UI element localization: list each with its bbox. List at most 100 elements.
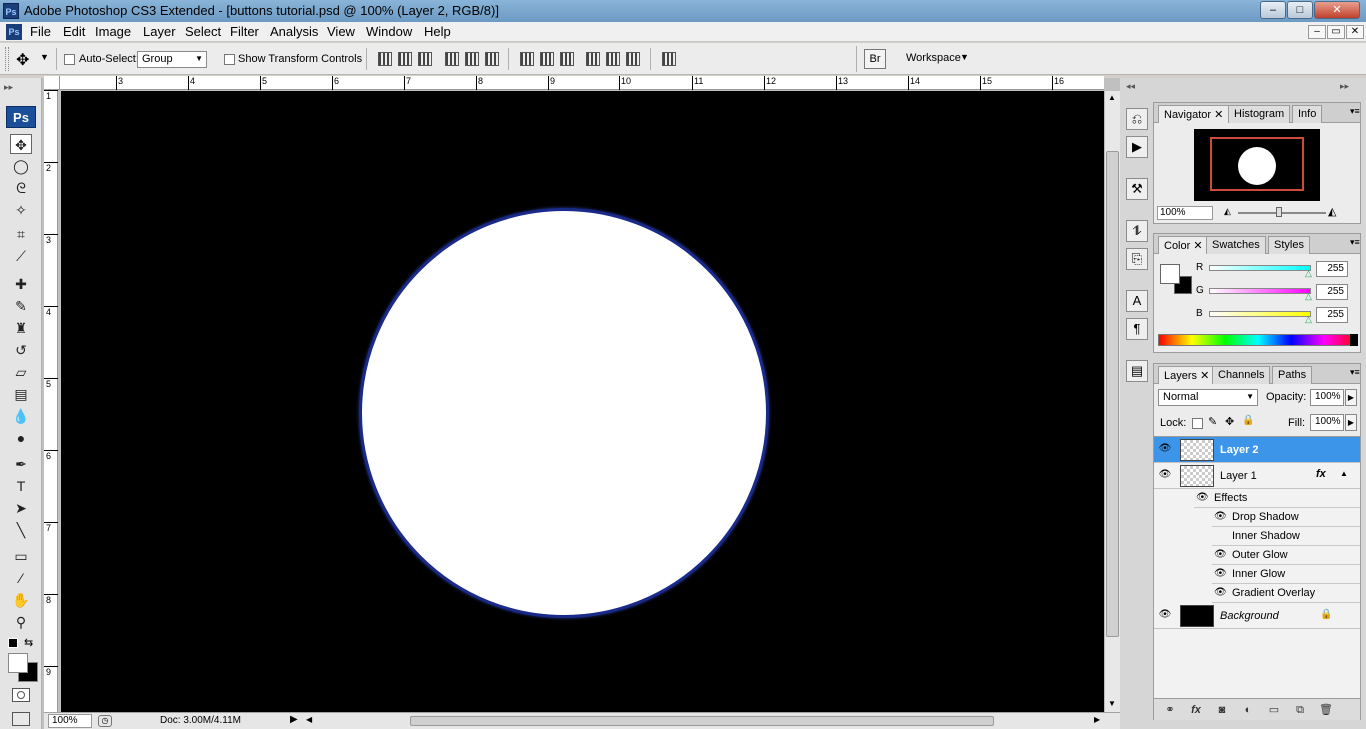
doc-close-button[interactable]: ✕ bbox=[1346, 25, 1364, 39]
visibility-eye-icon[interactable]: 👁 bbox=[1196, 492, 1209, 503]
effect-row[interactable]: 👁 Drop Shadow bbox=[1212, 508, 1360, 527]
distribute-right-icon[interactable] bbox=[626, 52, 640, 66]
add-style-icon[interactable]: fx bbox=[1188, 703, 1204, 717]
layer-name[interactable]: Background bbox=[1220, 610, 1279, 622]
new-layer-icon[interactable]: ⧉ bbox=[1292, 703, 1308, 717]
history-brush-icon[interactable]: ↺ bbox=[10, 340, 32, 360]
zoom-slider-handle[interactable] bbox=[1276, 207, 1282, 217]
doc-minimize-button[interactable]: – bbox=[1308, 25, 1326, 39]
path-selection-icon[interactable]: ➤ bbox=[10, 498, 32, 518]
swap-colors-icon[interactable]: ⇆ bbox=[24, 636, 33, 649]
opacity-arrow-icon[interactable]: ▶ bbox=[1345, 389, 1357, 406]
effect-row[interactable]: 👁 Gradient Overlay bbox=[1212, 584, 1360, 603]
layer-row-layer-1[interactable]: 👁 Layer 1 fx ▲ bbox=[1154, 463, 1360, 489]
horizontal-scroll-thumb[interactable] bbox=[410, 716, 994, 726]
scroll-up-icon[interactable]: ▲ bbox=[1108, 93, 1116, 102]
vertical-scroll-thumb[interactable] bbox=[1106, 151, 1119, 637]
menu-layer[interactable]: Layer bbox=[143, 24, 176, 40]
lock-transparency-icon[interactable] bbox=[1192, 418, 1203, 429]
new-group-icon[interactable]: ▭ bbox=[1266, 703, 1282, 717]
actions-panel-icon[interactable]: ▶ bbox=[1126, 136, 1148, 158]
notes-icon[interactable]: ▭ bbox=[10, 546, 32, 566]
navigator-zoom-field[interactable]: 100% bbox=[1157, 206, 1213, 220]
move-tool-icon[interactable]: ✥ bbox=[10, 134, 32, 154]
brushes-panel-icon[interactable]: ⥮ bbox=[1126, 220, 1148, 242]
panel-menu-icon[interactable]: ▾≡ bbox=[1350, 106, 1360, 117]
visibility-eye-icon[interactable]: 👁 bbox=[1214, 568, 1227, 579]
clone-source-icon[interactable]: ⎘ bbox=[1126, 248, 1148, 270]
menu-file[interactable]: File bbox=[30, 24, 51, 40]
slice-icon[interactable]: ⟋ bbox=[10, 246, 32, 266]
blend-mode-dropdown[interactable]: Normal ▼ bbox=[1158, 389, 1258, 406]
scroll-right-icon[interactable]: ▶ bbox=[1094, 715, 1100, 724]
menu-edit[interactable]: Edit bbox=[63, 24, 85, 40]
fill-field[interactable]: 100% bbox=[1310, 414, 1344, 431]
bridge-icon[interactable]: Br bbox=[864, 49, 886, 69]
layer-row-layer-2[interactable]: 👁 Layer 2 bbox=[1154, 437, 1360, 463]
lasso-icon[interactable]: ᘓ bbox=[10, 178, 32, 198]
status-menu-arrow-icon[interactable]: ▶ bbox=[290, 714, 298, 725]
panel-menu-icon[interactable]: ▾≡ bbox=[1350, 367, 1360, 378]
channel-slider[interactable] bbox=[1209, 311, 1311, 317]
eraser-icon[interactable]: ▱ bbox=[10, 362, 32, 382]
blur-icon[interactable]: 💧 bbox=[10, 406, 32, 426]
menu-window[interactable]: Window bbox=[366, 24, 412, 40]
ps-logo[interactable]: Ps bbox=[6, 106, 36, 128]
fill-arrow-icon[interactable]: ▶ bbox=[1345, 414, 1357, 431]
channel-value-field[interactable]: 255 bbox=[1316, 261, 1348, 277]
gradient-icon[interactable]: ▤ bbox=[10, 384, 32, 404]
close-icon[interactable]: ✕ bbox=[1200, 370, 1209, 382]
auto-select-dropdown[interactable]: Group ▼ bbox=[137, 51, 207, 68]
close-icon[interactable]: ✕ bbox=[1214, 109, 1223, 121]
layer-comps-icon[interactable]: ▤ bbox=[1126, 360, 1148, 382]
distribute-vcenter-icon[interactable] bbox=[540, 52, 554, 66]
opacity-field[interactable]: 100% bbox=[1310, 389, 1344, 406]
gripper[interactable] bbox=[5, 47, 9, 71]
close-icon[interactable]: ✕ bbox=[1193, 240, 1202, 252]
minimize-button[interactable]: – bbox=[1260, 1, 1286, 19]
tab-navigator[interactable]: Navigator ✕ bbox=[1158, 105, 1230, 123]
hand-icon[interactable]: ✋ bbox=[10, 590, 32, 610]
show-transform-checkbox[interactable] bbox=[224, 54, 235, 65]
expand-effects-icon[interactable]: ▲ bbox=[1340, 469, 1348, 478]
color-ramp[interactable] bbox=[1158, 334, 1358, 346]
tab-histogram[interactable]: Histogram bbox=[1228, 105, 1291, 123]
align-bottom-icon[interactable] bbox=[418, 52, 432, 66]
slider-handle-icon[interactable]: △ bbox=[1305, 291, 1312, 302]
menu-filter[interactable]: Filter bbox=[230, 24, 259, 40]
doc-info-icon[interactable]: ◷ bbox=[98, 715, 112, 727]
color-fg-swatch[interactable] bbox=[1160, 264, 1180, 284]
align-top-icon[interactable] bbox=[378, 52, 392, 66]
healing-brush-icon[interactable]: ✚ bbox=[10, 274, 32, 294]
menu-image[interactable]: Image bbox=[95, 24, 131, 40]
pen-icon[interactable]: ✒ bbox=[10, 454, 32, 474]
white-circle-layer[interactable] bbox=[359, 208, 769, 618]
lock-all-icon[interactable]: 🔒 bbox=[1242, 415, 1254, 426]
elliptical-marquee-icon[interactable]: ◯ bbox=[10, 156, 32, 176]
effect-row[interactable]: Inner Shadow bbox=[1212, 527, 1360, 546]
tab-styles[interactable]: Styles bbox=[1268, 236, 1310, 254]
add-mask-icon[interactable]: ◙ bbox=[1214, 703, 1230, 717]
scroll-down-icon[interactable]: ▼ bbox=[1108, 699, 1116, 708]
channel-value-field[interactable]: 255 bbox=[1316, 284, 1348, 300]
history-panel-icon[interactable]: ⎌ bbox=[1126, 108, 1148, 130]
clone-stamp-icon[interactable]: ♜ bbox=[10, 318, 32, 338]
paragraph-panel-icon[interactable]: ¶ bbox=[1126, 318, 1148, 340]
brush-icon[interactable]: ✎ bbox=[10, 296, 32, 316]
effect-row[interactable]: 👁 Outer Glow bbox=[1212, 546, 1360, 565]
delete-layer-icon[interactable]: 🗑 bbox=[1318, 703, 1334, 717]
visibility-eye-icon[interactable]: 👁 bbox=[1214, 511, 1227, 522]
visibility-eye-icon[interactable]: 👁 bbox=[1158, 609, 1172, 621]
layer-name[interactable]: Layer 1 bbox=[1220, 470, 1257, 482]
vertical-scrollbar[interactable]: ▲ ▼ bbox=[1104, 91, 1120, 712]
scroll-left-icon[interactable]: ◀ bbox=[306, 715, 312, 724]
zoom-in-icon[interactable]: ◭ bbox=[1328, 205, 1336, 218]
align-right-icon[interactable] bbox=[485, 52, 499, 66]
navigator-thumbnail[interactable] bbox=[1194, 129, 1320, 201]
zoom-slider-track[interactable] bbox=[1238, 212, 1326, 214]
close-button[interactable]: ✕ bbox=[1314, 1, 1360, 19]
maximize-button[interactable]: □ bbox=[1287, 1, 1313, 19]
adjustment-layer-icon[interactable]: ◐ bbox=[1240, 703, 1256, 717]
zoom-field[interactable]: 100% bbox=[48, 714, 92, 728]
distribute-bottom-icon[interactable] bbox=[560, 52, 574, 66]
